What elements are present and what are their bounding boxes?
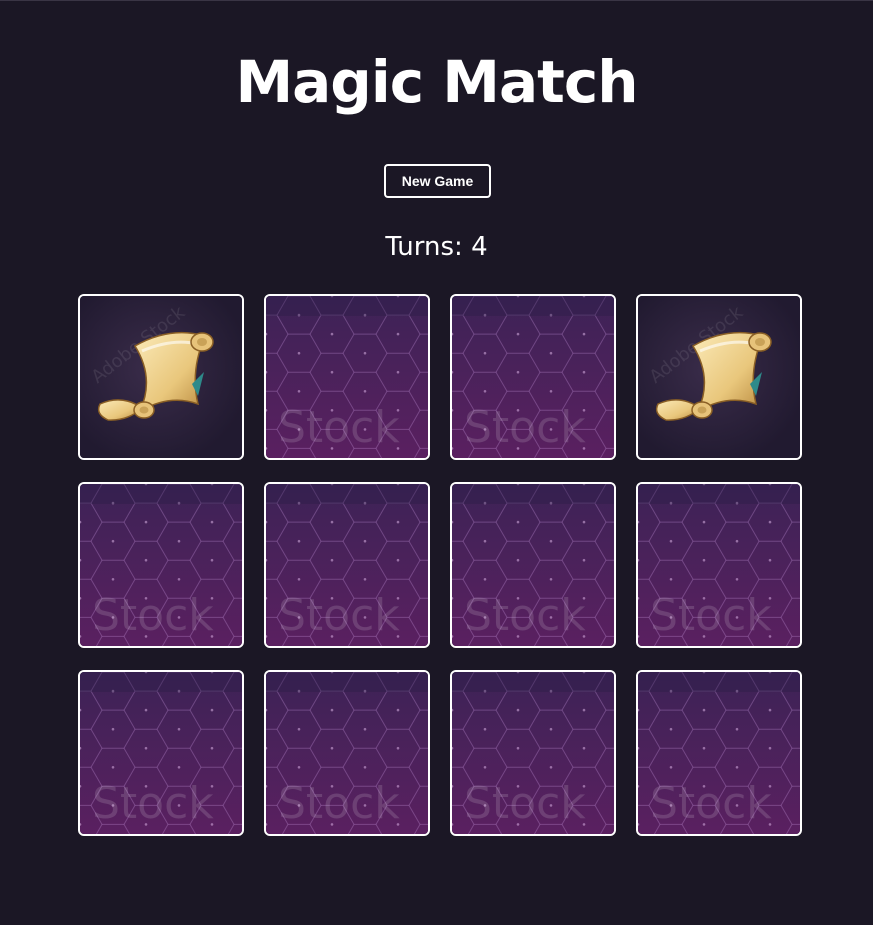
- card-hidden[interactable]: Stock: [636, 482, 802, 648]
- card-hidden[interactable]: Stock: [450, 670, 616, 836]
- watermark-text: Stock: [650, 590, 772, 641]
- card-hidden[interactable]: Stock: [636, 670, 802, 836]
- watermark-text: Stock: [92, 590, 214, 641]
- card-hidden[interactable]: Stock: [264, 482, 430, 648]
- watermark-text: Stock: [464, 590, 586, 641]
- watermark-text: Stock: [278, 590, 400, 641]
- card-hidden[interactable]: Stock: [264, 294, 430, 460]
- new-game-button[interactable]: New Game: [384, 164, 491, 198]
- watermark-text: Stock: [650, 778, 772, 829]
- page-title: Magic Match: [235, 48, 638, 116]
- watermark-text: Stock: [278, 778, 400, 829]
- card-revealed[interactable]: Adobe Stock: [636, 294, 802, 460]
- card-revealed[interactable]: Adobe Stock: [78, 294, 244, 460]
- card-hidden[interactable]: Stock: [264, 670, 430, 836]
- watermark-text: Stock: [464, 778, 586, 829]
- watermark-text: Stock: [278, 402, 400, 453]
- watermark-text: Stock: [92, 778, 214, 829]
- card-hidden[interactable]: Stock: [450, 482, 616, 648]
- card-hidden[interactable]: Stock: [78, 482, 244, 648]
- card-grid: Adobe Stock Stock Stock Adobe Stock Stock Sto…: [78, 294, 802, 836]
- card-hidden[interactable]: Stock: [78, 670, 244, 836]
- turns-counter: Turns: 4: [385, 232, 488, 262]
- watermark-text: Stock: [464, 402, 586, 453]
- card-hidden[interactable]: Stock: [450, 294, 616, 460]
